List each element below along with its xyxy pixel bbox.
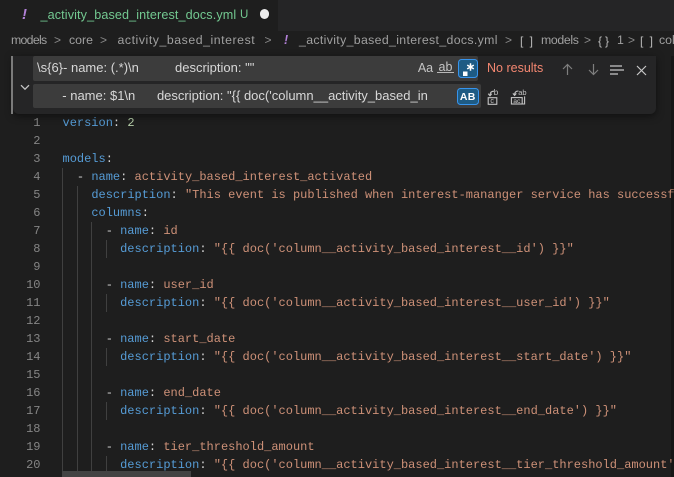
svg-text:ab: ab <box>518 89 526 97</box>
svg-text:ac: ac <box>513 97 521 104</box>
svg-text:b: b <box>494 89 499 97</box>
svg-text:c: c <box>490 98 494 105</box>
